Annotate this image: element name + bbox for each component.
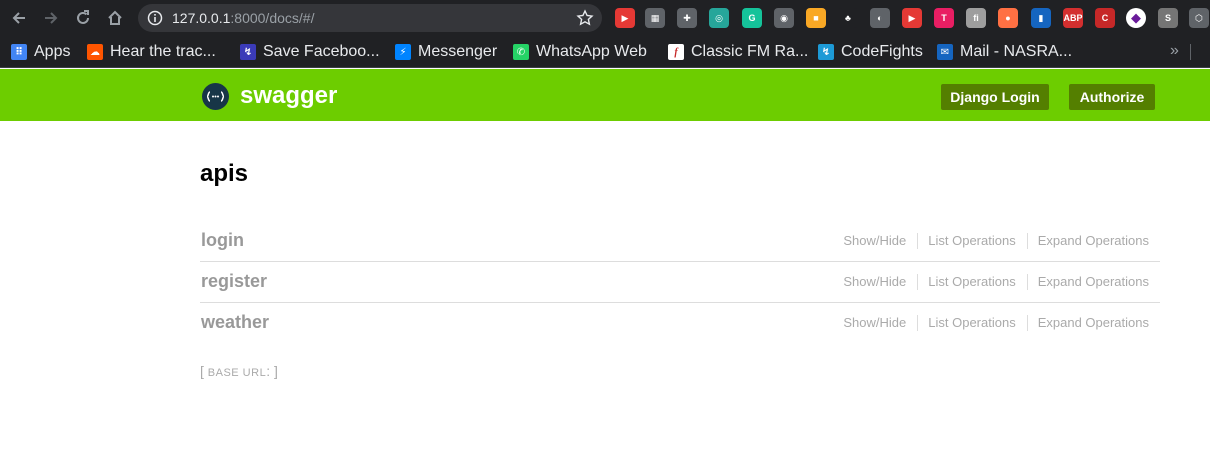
extension-red-c-icon[interactable]: C <box>1095 8 1115 28</box>
extension-font-icon[interactable]: fi <box>966 8 986 28</box>
django-login-button[interactable]: Django Login <box>941 84 1049 110</box>
bookmark-mail-icon: ✉ <box>937 44 953 60</box>
extension-cube-icon[interactable]: ⬡ <box>1189 8 1209 28</box>
list-operations-link[interactable]: List Operations <box>917 315 1026 331</box>
bookmark-whatsapp[interactable]: ✆ WhatsApp Web <box>513 42 647 62</box>
resource-operations: Show/Hide List Operations Expand Operati… <box>833 233 1160 249</box>
list-operations-link[interactable]: List Operations <box>917 274 1026 290</box>
bookmark-label: Classic FM Ra... <box>691 43 809 60</box>
extension-puzzle-icon[interactable]: ✚ <box>677 8 697 28</box>
resource-register: register Show/Hide List Operations Expan… <box>200 262 1160 303</box>
extension-grid-icon[interactable]: ▦ <box>645 8 665 28</box>
resource-weather: weather Show/Hide List Operations Expand… <box>200 303 1160 344</box>
bookmark-messenger[interactable]: ⚡ Messenger <box>395 42 497 62</box>
toolbar-divider <box>1190 44 1191 60</box>
base-url-open: [ <box>200 363 208 379</box>
bookmark-label: Save Faceboo... <box>263 43 380 60</box>
resource-name[interactable]: weather <box>201 311 269 333</box>
bookmarks-overflow-button[interactable]: » <box>1170 42 1179 60</box>
bookmark-whatsapp-icon: ✆ <box>513 44 529 60</box>
extension-t-icon[interactable]: T <box>934 8 954 28</box>
extension-contrast-icon[interactable]: ◐ <box>870 8 890 28</box>
bookmark-label: Apps <box>34 43 71 60</box>
bookmark-classic-fm-icon: f <box>668 44 684 60</box>
bookmark-soundcloud-icon: ☁ <box>87 44 103 60</box>
home-button[interactable] <box>104 7 126 29</box>
info-icon[interactable] <box>147 10 163 26</box>
bookmark-label: Hear the trac... <box>110 43 216 60</box>
bookmark-save-facebook[interactable]: ↯ Save Faceboo... <box>240 42 380 62</box>
bookmark-soundcloud[interactable]: ☁ Hear the trac... <box>87 42 216 62</box>
bookmark-star-icon[interactable] <box>576 9 594 27</box>
extension-chart-icon[interactable]: ▮ <box>1031 8 1051 28</box>
base-url: [ base url: ] <box>200 362 278 382</box>
bookmark-classic-fm[interactable]: f Classic FM Ra... <box>668 42 808 62</box>
home-icon <box>108 10 122 25</box>
back-button[interactable] <box>8 7 30 29</box>
arrow-right-icon <box>45 12 58 24</box>
forward-button[interactable] <box>40 7 62 29</box>
bookmark-label: Messenger <box>418 43 498 60</box>
extension-adblock-icon[interactable]: ABP <box>1063 8 1083 28</box>
expand-operations-link[interactable]: Expand Operations <box>1026 274 1160 290</box>
swagger-title[interactable]: swagger <box>240 81 337 111</box>
bookmark-apps[interactable]: ⠿ Apps <box>11 42 70 62</box>
list-operations-link[interactable]: List Operations <box>917 233 1026 249</box>
extension-youtube-icon[interactable]: ▶ <box>902 8 922 28</box>
braces-icon <box>206 91 225 102</box>
expand-operations-link[interactable]: Expand Operations <box>1026 315 1160 331</box>
bookmark-codefights[interactable]: ↯ CodeFights <box>818 42 923 62</box>
bookmark-apps-icon: ⠿ <box>11 44 27 60</box>
extension-lock-icon[interactable]: ■ <box>806 8 826 28</box>
extension-gnome-icon[interactable]: ♣ <box>838 8 858 28</box>
extension-s-icon[interactable]: S <box>1158 8 1178 28</box>
show-hide-link[interactable]: Show/Hide <box>833 233 917 249</box>
bookmark-label: Mail - NASRA... <box>960 43 1073 60</box>
bookmark-label: CodeFights <box>841 43 923 60</box>
resource-login: login Show/Hide List Operations Expand O… <box>200 221 1160 262</box>
arrow-left-icon <box>12 12 25 24</box>
authorize-button[interactable]: Authorize <box>1069 84 1155 110</box>
bookmark-save-facebook-icon: ↯ <box>240 44 256 60</box>
resource-name[interactable]: register <box>201 270 267 292</box>
bookmark-label: WhatsApp Web <box>536 43 647 60</box>
address-bar[interactable]: 127.0.0.1:8000/docs/#/ <box>138 4 602 32</box>
reload-icon <box>77 10 89 24</box>
browser-toolbar: 127.0.0.1:8000/docs/#/ ▶ ▦ ✚ ◎ G ◉ ■ ♣ ◐ ▶ Tfi ● ▮ AB… <box>0 0 1210 36</box>
expand-operations-link[interactable]: Expand Operations <box>1026 233 1160 249</box>
base-url-label: base url <box>207 367 267 379</box>
resource-name[interactable]: login <box>201 229 244 251</box>
page-title: apis <box>200 160 249 187</box>
extension-grammarly-icon[interactable]: G <box>742 8 762 28</box>
bookmark-messenger-icon: ⚡ <box>395 44 411 60</box>
base-url-close: : ] <box>266 363 278 379</box>
bookmark-mail[interactable]: ✉ Mail - NASRA... <box>937 42 1072 62</box>
extension-basketball-icon[interactable]: ● <box>998 8 1018 28</box>
swagger-logo-icon[interactable] <box>202 83 229 110</box>
show-hide-link[interactable]: Show/Hide <box>833 274 917 290</box>
extension-red-arrow-icon[interactable]: ▶ <box>615 8 635 28</box>
swagger-header: swagger Django Login Authorize <box>0 69 1210 121</box>
bookmark-codefights-icon: ↯ <box>818 44 834 60</box>
extension-purple-diamond-icon[interactable]: ◆ <box>1126 8 1146 28</box>
extension-camera-icon[interactable]: ◉ <box>774 8 794 28</box>
url-text[interactable]: 127.0.0.1:8000/docs/#/ <box>172 10 314 26</box>
resource-operations: Show/Hide List Operations Expand Operati… <box>833 315 1160 331</box>
extension-compass-icon[interactable]: ◎ <box>709 8 729 28</box>
resource-operations: Show/Hide List Operations Expand Operati… <box>833 274 1160 290</box>
show-hide-link[interactable]: Show/Hide <box>833 315 917 331</box>
reload-button[interactable] <box>72 7 94 29</box>
bookmarks-bar: ⠿ Apps ☁ Hear the trac... ↯ Save Faceboo... ⚡ M… <box>0 36 1210 68</box>
